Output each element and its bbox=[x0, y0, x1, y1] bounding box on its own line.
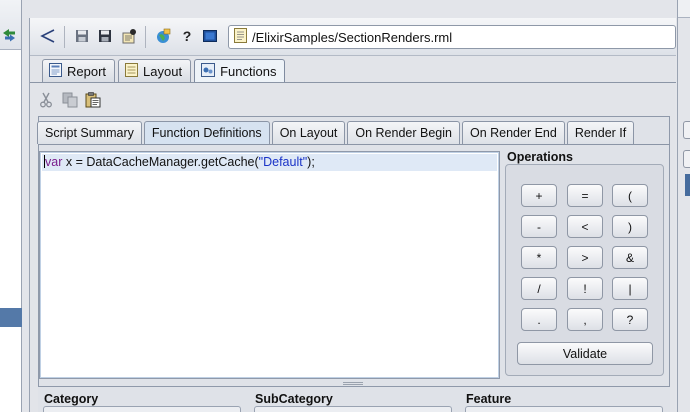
op-close-paren-button[interactable]: ) bbox=[612, 215, 648, 238]
tab-on-layout[interactable]: On Layout bbox=[271, 121, 346, 144]
tab-render-if[interactable]: Render If bbox=[566, 121, 635, 144]
back-arrow-icon[interactable] bbox=[39, 27, 57, 45]
code-statement: x = DataCacheManager.getCache( bbox=[62, 155, 259, 169]
layout-icon bbox=[125, 62, 139, 80]
right-panel-button-1[interactable] bbox=[683, 121, 690, 139]
validate-button[interactable]: Validate bbox=[517, 342, 653, 365]
code-line[interactable]: var x = DataCacheManager.getCache("Defau… bbox=[42, 154, 497, 171]
right-panel-button-2[interactable] bbox=[683, 150, 690, 168]
tab-on-render-begin[interactable]: On Render Begin bbox=[347, 121, 460, 144]
op-question-button[interactable]: ? bbox=[612, 308, 648, 331]
edit-toolbar bbox=[30, 84, 676, 114]
op-comma-button[interactable]: , bbox=[567, 308, 603, 331]
op-dot-button[interactable]: . bbox=[521, 308, 557, 331]
tab-script-summary[interactable]: Script Summary bbox=[37, 121, 142, 144]
op-plus-button[interactable]: + bbox=[521, 184, 557, 207]
subcategory-list[interactable] bbox=[254, 406, 452, 412]
op-equals-button[interactable]: = bbox=[567, 184, 603, 207]
op-or-button[interactable]: | bbox=[612, 277, 648, 300]
op-not-button[interactable]: ! bbox=[567, 277, 603, 300]
op-greater-than-button[interactable]: > bbox=[567, 246, 603, 269]
tab-functions-label: Functions bbox=[220, 63, 277, 79]
help-icon[interactable]: ? bbox=[178, 27, 196, 45]
op-multiply-button[interactable]: * bbox=[521, 246, 557, 269]
code-string-literal: "Default" bbox=[258, 155, 308, 169]
tab-layout[interactable]: Layout bbox=[118, 59, 192, 82]
functions-icon bbox=[201, 62, 216, 80]
code-editor[interactable]: var x = DataCacheManager.getCache("Defau… bbox=[39, 151, 500, 379]
left-panel-header bbox=[0, 0, 21, 50]
right-panel bbox=[677, 0, 690, 412]
feature-list[interactable] bbox=[465, 406, 663, 412]
save-icon[interactable] bbox=[73, 27, 91, 45]
paste-icon[interactable] bbox=[85, 92, 101, 108]
op-and-button[interactable]: & bbox=[612, 246, 648, 269]
feature-label: Feature bbox=[466, 392, 512, 406]
operations-title: Operations bbox=[507, 150, 573, 164]
report-icon bbox=[49, 62, 62, 80]
main-panel: ? /ElixirSamples/SectionRenders.rml Repo… bbox=[29, 18, 676, 412]
right-panel-selected[interactable] bbox=[685, 174, 690, 196]
globe-icon[interactable] bbox=[154, 27, 172, 45]
file-path-text: /ElixirSamples/SectionRenders.rml bbox=[252, 29, 453, 45]
tab-report[interactable]: Report bbox=[42, 59, 116, 82]
toolbar: ? /ElixirSamples/SectionRenders.rml bbox=[30, 18, 676, 56]
left-panel bbox=[0, 0, 22, 412]
category-list[interactable] bbox=[43, 406, 241, 412]
subcategory-label: SubCategory bbox=[255, 392, 333, 406]
op-less-than-button[interactable]: < bbox=[567, 215, 603, 238]
op-minus-button[interactable]: - bbox=[521, 215, 557, 238]
tab-layout-label: Layout bbox=[143, 63, 183, 79]
left-panel-selected-row[interactable] bbox=[0, 308, 22, 327]
category-label: Category bbox=[44, 392, 99, 406]
view-tabs: Report Layout Functions bbox=[42, 59, 288, 82]
op-open-paren-button[interactable]: ( bbox=[612, 184, 648, 207]
code-statement-end: ); bbox=[307, 155, 315, 169]
document-icon bbox=[234, 28, 247, 46]
sync-arrows-icon[interactable] bbox=[1, 27, 17, 43]
code-keyword: var bbox=[45, 155, 63, 169]
save-as-icon[interactable] bbox=[96, 27, 114, 45]
tab-report-label: Report bbox=[67, 63, 107, 79]
tab-function-definitions[interactable]: Function Definitions bbox=[143, 121, 270, 144]
cut-icon[interactable] bbox=[39, 92, 55, 108]
op-divide-button[interactable]: / bbox=[521, 277, 557, 300]
tab-functions[interactable]: Functions bbox=[194, 59, 286, 82]
file-path-field[interactable]: /ElixirSamples/SectionRenders.rml bbox=[228, 25, 676, 49]
properties-icon[interactable] bbox=[120, 27, 138, 45]
tab-on-render-end[interactable]: On Render End bbox=[461, 121, 565, 144]
splitter-handle[interactable] bbox=[343, 382, 363, 385]
preview-icon[interactable] bbox=[201, 27, 219, 45]
script-tabs: Script Summary Function Definitions On L… bbox=[37, 121, 636, 144]
copy-icon[interactable] bbox=[62, 92, 78, 108]
